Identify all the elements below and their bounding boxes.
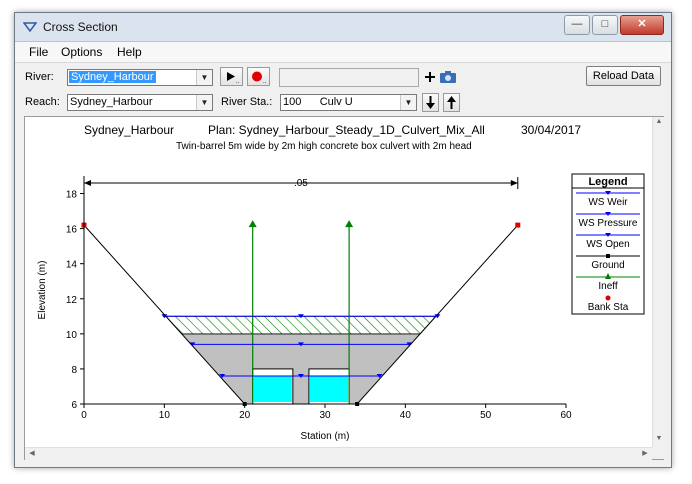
menu-help[interactable]: Help [117, 45, 142, 59]
chevron-down-icon[interactable]: ▼ [196, 70, 212, 85]
x-tick-label: 30 [319, 410, 331, 421]
reload-data-button[interactable]: Reload Data [586, 66, 661, 86]
chart-title-river: Sydney_Harbour [84, 123, 174, 137]
x-tick-label: 60 [560, 410, 572, 421]
vertical-scrollbar[interactable]: ▲ ▼ [652, 117, 665, 447]
record-button[interactable]: .. [247, 67, 270, 86]
horizontal-scrollbar[interactable]: ◀ ▶ [25, 447, 652, 460]
culvert-water [309, 375, 349, 402]
legend-title: Legend [588, 176, 627, 188]
add-button[interactable] [423, 68, 437, 86]
maximize-button[interactable]: □ [592, 15, 618, 35]
toolbar: River: Sydney_Harbour ▼ .. .. Reload Dat… [15, 63, 671, 115]
chevron-down-icon[interactable]: ▼ [400, 95, 416, 110]
chart-title-date: 30/04/2017 [521, 123, 581, 137]
scroll-right-icon[interactable]: ▶ [639, 449, 651, 457]
x-tick-label: 20 [239, 410, 251, 421]
y-tick-label: 12 [66, 295, 78, 306]
next-station-button[interactable] [422, 93, 439, 112]
chart-title-plan: Plan: Sydney_Harbour_Steady_1D_Culvert_M… [208, 123, 485, 137]
add-icon [425, 72, 435, 82]
y-tick-label: 10 [66, 330, 78, 341]
river-sta-label: River Sta.: [221, 96, 273, 108]
legend-marker [605, 295, 611, 301]
y-tick-label: 18 [66, 190, 78, 201]
legend-entry: Bank Sta [588, 302, 629, 313]
river-select-value: Sydney_Harbour [69, 71, 156, 83]
arrow-down-icon [426, 96, 435, 109]
record-icon: .. [252, 71, 267, 85]
legend-entry: Ground [591, 260, 624, 271]
x-axis-label: Station (m) [301, 431, 350, 442]
scroll-down-icon[interactable]: ▼ [653, 435, 665, 442]
river-label: River: [25, 71, 54, 83]
scroll-left-icon[interactable]: ◀ [26, 449, 38, 457]
play-button[interactable]: .. [220, 67, 243, 86]
legend-entry: WS Pressure [579, 218, 638, 229]
reach-select[interactable]: Sydney_Harbour ▼ [67, 94, 213, 111]
scrollbar-corner [652, 447, 664, 459]
scroll-up-icon[interactable]: ▲ [653, 118, 665, 125]
ineff-marker [345, 220, 354, 228]
prev-station-button[interactable] [443, 93, 460, 112]
manning-arrow-right [510, 180, 518, 187]
legend-entry: WS Weir [588, 197, 628, 208]
river-sta-select-value: 100 Culv U [283, 96, 353, 108]
y-tick-label: 14 [66, 260, 78, 271]
river-select[interactable]: Sydney_Harbour ▼ [67, 69, 213, 86]
manning-arrow-left [84, 180, 91, 187]
river-sta-select[interactable]: 100 Culv U ▼ [280, 94, 417, 111]
reach-label: Reach: [25, 96, 60, 108]
app-icon [23, 22, 37, 33]
cross-section-window: Cross Section — □ ✕ File Options Help Ri… [14, 12, 672, 468]
legend: Legend WS Weir WS Pressure WS Open Ground Ine… [571, 173, 645, 315]
x-tick-label: 10 [159, 410, 171, 421]
svg-text:..: .. [236, 79, 240, 85]
bank-station-marker [515, 222, 521, 228]
chevron-down-icon[interactable]: ▼ [196, 95, 212, 110]
play-icon: .. [227, 72, 240, 85]
window-title: Cross Section [43, 20, 118, 34]
menu-file[interactable]: File [29, 45, 48, 59]
ineff-marker [248, 220, 257, 228]
reach-select-value: Sydney_Harbour [70, 96, 153, 108]
x-tick-label: 40 [400, 410, 412, 421]
camera-icon [440, 71, 456, 83]
y-tick-label: 6 [71, 400, 77, 411]
weir-flow-hatch [165, 315, 437, 335]
menu-bar: File Options Help [15, 42, 671, 63]
title-bar[interactable]: Cross Section — □ ✕ [15, 13, 671, 42]
menu-options[interactable]: Options [61, 45, 102, 59]
legend-entry: WS Open [586, 239, 629, 250]
close-button[interactable]: ✕ [620, 15, 664, 35]
svg-text:..: .. [263, 79, 267, 85]
y-tick-label: 16 [66, 225, 78, 236]
legend-entry: Ineff [598, 281, 617, 292]
legend-marker [606, 254, 610, 258]
arrow-up-icon [447, 96, 456, 109]
manning-n-value: .05 [294, 178, 308, 189]
minimize-button[interactable]: — [564, 15, 590, 35]
x-tick-label: 0 [81, 410, 87, 421]
y-axis-label: Elevation (m) [37, 261, 48, 320]
culvert-water [253, 375, 292, 402]
camera-button[interactable] [439, 68, 457, 86]
profile-textbox[interactable] [279, 68, 419, 87]
cross-section-chart: Sydney_Harbour Plan: Sydney_Harbour_Stea… [37, 123, 645, 442]
x-tick-label: 50 [480, 410, 492, 421]
y-tick-label: 8 [71, 365, 77, 376]
chart-subtitle: Twin-barrel 5m wide by 2m high concrete … [176, 141, 472, 152]
cross-section-plot: Sydney_Harbour Plan: Sydney_Harbour_Stea… [24, 116, 665, 460]
